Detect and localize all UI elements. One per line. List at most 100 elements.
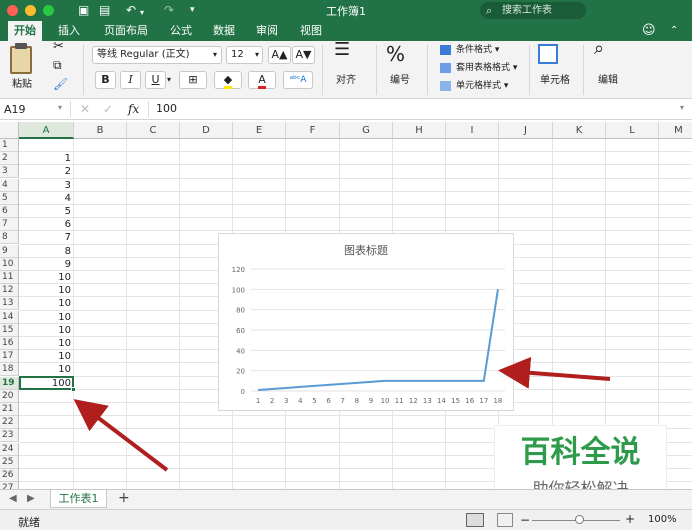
align-icon[interactable]: ☰ (334, 41, 350, 59)
cell-a8[interactable]: 7 (19, 231, 74, 244)
cell-a16[interactable]: 10 (19, 337, 74, 350)
font-size-select[interactable]: 12 ▾ (226, 46, 263, 64)
formula-input[interactable]: 100 (156, 102, 177, 115)
row-header-14[interactable]: 14 (0, 310, 19, 324)
cell-a14[interactable]: 10 (19, 311, 74, 324)
phonetic-button[interactable]: ᵃᵇᶜA (283, 71, 313, 89)
cell-a24[interactable] (19, 443, 74, 456)
row-header-6[interactable]: 6 (0, 205, 19, 218)
smiley-feedback-icon[interactable]: ☺ (636, 21, 662, 41)
cell-a25[interactable] (19, 456, 74, 469)
tab-page-layout[interactable]: 页面布局 (98, 21, 154, 41)
row-header-16[interactable]: 16 (0, 337, 19, 350)
cells-label[interactable]: 单元格 (540, 75, 570, 87)
row-header-15[interactable]: 15 (0, 323, 19, 337)
tab-home[interactable]: 开始 (8, 21, 42, 41)
tab-insert[interactable]: 插入 (52, 21, 86, 41)
tab-data[interactable]: 数据 (207, 21, 241, 41)
cell-a7[interactable]: 6 (19, 218, 74, 231)
row-header-11[interactable]: 11 (0, 271, 19, 284)
column-header-j[interactable]: J (499, 122, 553, 139)
cell-a18[interactable]: 10 (19, 363, 74, 376)
row-header-21[interactable]: 21 (0, 403, 19, 416)
zoom-slider-thumb[interactable] (575, 515, 584, 524)
row-header-13[interactable]: 13 (0, 297, 19, 311)
column-header-g[interactable]: G (340, 122, 393, 139)
format-painter-icon[interactable]: 🖌 (53, 78, 68, 90)
row-header-8[interactable]: 8 (0, 231, 19, 245)
copy-icon[interactable]: ⧉ (53, 59, 62, 71)
row-header-7[interactable]: 7 (0, 218, 19, 232)
ribbon-collapse-icon[interactable]: ⌃ (664, 21, 684, 41)
cell-styles-button[interactable]: 单元格样式 ▾ (456, 80, 508, 92)
chart-series-line[interactable] (257, 289, 499, 391)
tab-formulas[interactable]: 公式 (164, 21, 198, 41)
paste-icon[interactable] (10, 46, 32, 74)
cell-a23[interactable] (19, 429, 74, 442)
column-header-i[interactable]: I (446, 122, 499, 139)
row-header-18[interactable]: 18 (0, 363, 19, 377)
edit-label[interactable]: 编辑 (598, 75, 618, 87)
align-label[interactable]: 对齐 (336, 75, 356, 87)
italic-button[interactable]: I (120, 71, 141, 89)
number-label[interactable]: 编号 (390, 75, 410, 87)
normal-view-icon[interactable] (466, 513, 484, 527)
row-header-1[interactable]: 1 (0, 139, 19, 152)
expand-formula-icon[interactable]: ▾ (680, 103, 684, 112)
row-header-3[interactable]: 3 (0, 165, 19, 179)
row-header-25[interactable]: 25 (0, 455, 19, 469)
zoom-in-button[interactable]: + (625, 512, 635, 526)
tab-view[interactable]: 视图 (294, 21, 328, 41)
sheet-tab-1[interactable]: 工作表1 (50, 490, 107, 508)
fill-handle[interactable] (71, 387, 76, 392)
shrink-font-button[interactable]: A▼ (292, 46, 315, 64)
cell-a6[interactable]: 5 (19, 205, 74, 218)
row-header-10[interactable]: 10 (0, 257, 19, 271)
column-header-m[interactable]: M (659, 122, 692, 139)
chevron-down-icon[interactable]: ▾ (167, 74, 171, 86)
table-format-button[interactable]: 套用表格格式 ▾ (456, 62, 517, 74)
cell-a5[interactable]: 4 (19, 192, 74, 205)
add-sheet-button[interactable]: + (118, 490, 130, 506)
row-header-2[interactable]: 2 (0, 152, 19, 166)
cell-a15[interactable]: 10 (19, 324, 74, 337)
column-header-k[interactable]: K (553, 122, 606, 139)
cell-a1[interactable] (19, 139, 74, 152)
name-box-dropdown-icon[interactable]: ▾ (58, 103, 62, 112)
cancel-icon[interactable]: ✕ (80, 102, 90, 116)
font-name-select[interactable]: 等线 Regular (正文) ▾ (92, 46, 222, 64)
cut-icon[interactable]: ✂ (53, 40, 64, 53)
row-header-19[interactable]: 19 (0, 376, 19, 390)
line-chart[interactable]: 图表标题 0 20 40 60 80 100 120 1 2 3 4 5 6 7 8 9 10 11 12 13 14 1… (218, 233, 514, 411)
cell-a21[interactable] (19, 403, 74, 416)
column-header-a[interactable]: A (19, 122, 74, 139)
tab-review[interactable]: 审阅 (250, 21, 284, 41)
row-header-9[interactable]: 9 (0, 244, 19, 258)
row-header-12[interactable]: 12 (0, 284, 19, 298)
font-color-button[interactable]: A (248, 71, 276, 89)
cells-icon[interactable] (538, 44, 558, 64)
bold-button[interactable]: B (95, 71, 116, 89)
search-sheet-input[interactable]: ⌕ 搜索工作表 (480, 2, 586, 19)
row-header-20[interactable]: 20 (0, 389, 19, 403)
prev-sheet-icon[interactable]: ◀ (9, 493, 17, 504)
borders-button[interactable]: ⊞ (179, 71, 207, 89)
cell-a11[interactable]: 10 (19, 271, 74, 284)
zoom-level[interactable]: 100% (648, 514, 677, 525)
column-header-b[interactable]: B (74, 122, 127, 139)
grow-font-button[interactable]: A▲ (268, 46, 291, 64)
column-header-l[interactable]: L (606, 122, 659, 139)
row-header-26[interactable]: 26 (0, 469, 19, 482)
name-box[interactable]: A19 (4, 102, 60, 117)
cell-a27[interactable] (19, 482, 74, 489)
paste-button-label[interactable]: 粘贴 (12, 79, 32, 91)
row-header-4[interactable]: 4 (0, 178, 19, 192)
conditional-format-button[interactable]: 条件格式 ▾ (456, 44, 499, 56)
cell-a22[interactable] (19, 416, 74, 429)
row-header-17[interactable]: 17 (0, 350, 19, 364)
underline-button[interactable]: U (145, 71, 166, 89)
next-sheet-icon[interactable]: ▶ (27, 493, 35, 504)
insert-function-button[interactable]: fx (128, 102, 139, 116)
zoom-out-button[interactable]: − (520, 513, 530, 527)
cell-a4[interactable]: 3 (19, 179, 74, 192)
